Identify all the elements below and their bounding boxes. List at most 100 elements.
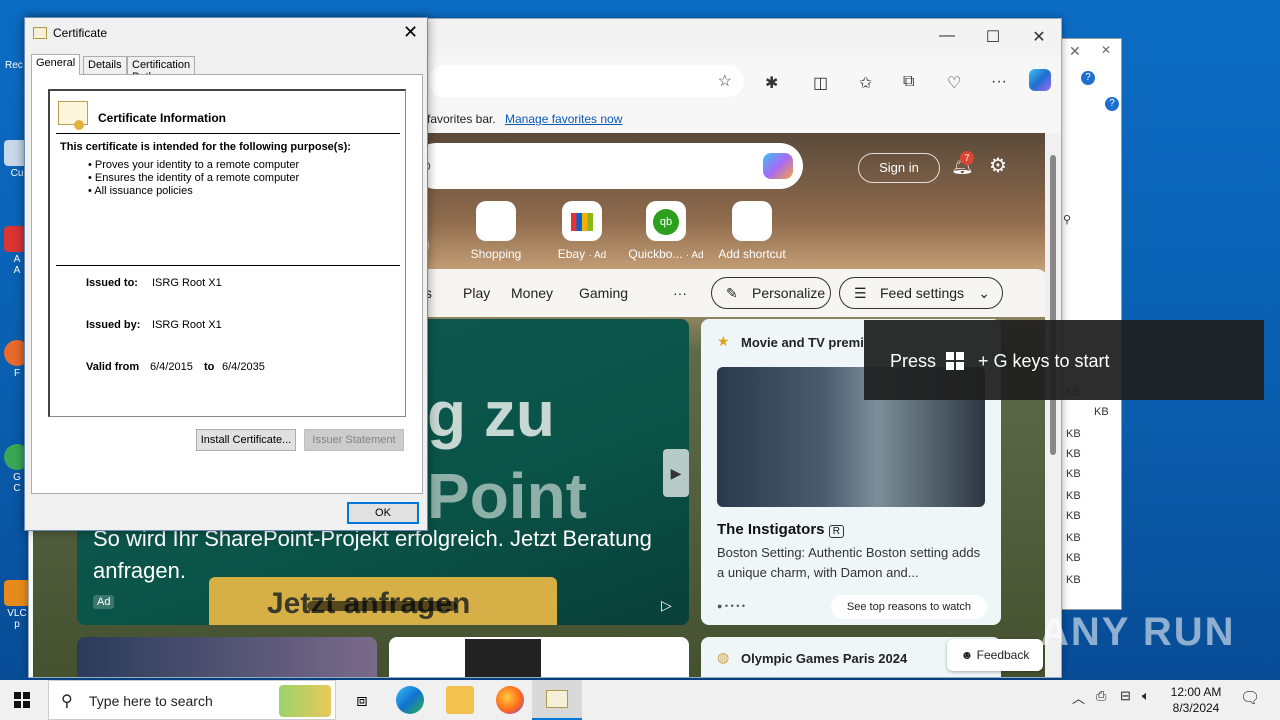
movie-title: The Instigators R xyxy=(717,521,844,538)
nav-item-gaming[interactable]: Gaming xyxy=(579,285,628,301)
tab-certification-path[interactable]: Certification Path xyxy=(127,56,196,83)
news-card[interactable] xyxy=(77,637,377,677)
search-icon[interactable]: ⚲ xyxy=(1063,213,1071,226)
notification-badge: 7 xyxy=(960,151,974,165)
shortcut-quickbooks[interactable]: qb Quickbo... · Ad xyxy=(621,201,711,261)
taskbar: ⚲ Type here to search ⧈ ︿ ⎙ ⊟ 🔈︎ 12:00 A… xyxy=(0,680,1280,720)
tray-device-icon[interactable]: ⎙ xyxy=(1096,688,1106,704)
taskbar-active-app[interactable] xyxy=(532,680,582,720)
general-tab-panel: Certificate Information This certificate… xyxy=(31,74,423,494)
browser-essentials-icon[interactable]: ♡ xyxy=(947,73,961,93)
close-button[interactable]: ✕ xyxy=(403,22,418,43)
feed-settings-button[interactable]: ☰ Feed settings ⌄ xyxy=(839,277,1003,309)
certificate-icon xyxy=(58,101,88,130)
pencil-icon: ✎ xyxy=(726,285,738,301)
movie-description: Boston Setting: Authentic Boston setting… xyxy=(717,545,981,580)
ad-badge: Ad xyxy=(93,595,115,609)
issued-by-label: Issued by: xyxy=(86,319,141,331)
windows-logo-icon xyxy=(946,352,964,370)
valid-from-label: Valid from xyxy=(86,361,140,373)
volume-icon[interactable]: 🔈︎ xyxy=(1142,688,1150,704)
carousel-dots[interactable]: ● • • • • xyxy=(717,601,745,611)
copilot-icon[interactable] xyxy=(1029,69,1051,91)
news-card[interactable] xyxy=(389,637,689,677)
file-explorer-icon[interactable] xyxy=(446,686,474,714)
help-icon[interactable]: ? xyxy=(1081,71,1095,85)
sign-in-button[interactable]: Sign in xyxy=(858,153,940,183)
maximize-button[interactable]: ☐ xyxy=(983,27,1003,47)
purpose-item: • All issuance policies xyxy=(88,185,193,197)
shortcut-ebay[interactable]: Ebay · Ad xyxy=(537,201,627,261)
minimize-button[interactable]: — xyxy=(937,27,957,45)
certificate-dialog[interactable]: Certificate ✕ General Details Certificat… xyxy=(24,17,428,531)
hero-headline: So wird Ihr SharePoint-Projekt erfolgrei… xyxy=(93,526,652,583)
shortcut-shopping[interactable]: 🏷︎ Shopping xyxy=(451,201,541,261)
taskbar-clock[interactable]: 12:00 AM 8/3/2024 xyxy=(1168,684,1224,716)
size-label: KB xyxy=(1066,574,1081,586)
taskbar-search-box[interactable]: ⚲ Type here to search xyxy=(48,680,336,720)
rating-badge: R xyxy=(828,525,844,538)
add-shortcut-button[interactable]: + Add shortcut xyxy=(707,201,797,261)
size-label: KB xyxy=(1094,406,1109,418)
web-search-box[interactable]: b xyxy=(413,143,803,189)
hero-big-text: g zu xyxy=(427,378,555,450)
adchoices-icon[interactable]: ▷ xyxy=(661,597,672,614)
carousel-next-button[interactable]: ▶ xyxy=(663,449,689,497)
nav-more-icon[interactable]: ··· xyxy=(673,285,687,301)
olympics-icon: ◍ xyxy=(717,649,730,665)
close-icon[interactable]: ✕ xyxy=(1069,43,1081,60)
edge-app-icon[interactable] xyxy=(396,686,424,714)
feedback-button[interactable]: ☻ Feedback xyxy=(947,639,1043,671)
tab-details[interactable]: Details xyxy=(83,56,127,74)
close-icon[interactable]: ✕ xyxy=(1101,43,1111,57)
valid-from-value: 6/4/2015 xyxy=(150,361,193,373)
network-icon[interactable]: ⊟ xyxy=(1120,688,1131,704)
nav-item-money[interactable]: Money xyxy=(511,285,553,301)
info-heading: Certificate Information xyxy=(98,111,227,125)
nav-item-play[interactable]: Play xyxy=(463,285,490,301)
tray-chevron-up-icon[interactable]: ︿ xyxy=(1072,688,1085,707)
purpose-item: • Proves your identity to a remote compu… xyxy=(88,159,300,171)
size-label: KB xyxy=(1066,510,1081,522)
favorites-icon[interactable]: ✩ xyxy=(859,73,872,93)
more-menu-icon[interactable]: ··· xyxy=(991,73,1007,91)
extensions-icon[interactable]: ✱ xyxy=(765,73,778,93)
olympics-title: Olympic Games Paris 2024 xyxy=(741,651,908,666)
star-icon[interactable]: ☆ xyxy=(718,71,732,91)
manage-favorites-link[interactable]: Manage favorites now xyxy=(505,112,622,126)
game-bar-toast: Press + G keys to start xyxy=(864,320,1264,400)
issued-by-value: ISRG Root X1 xyxy=(152,319,222,331)
favbar-text: favorites bar. xyxy=(427,112,496,126)
copilot-icon[interactable] xyxy=(763,153,793,179)
feedback-icon: ☻ xyxy=(960,648,974,662)
dialog-title: Certificate xyxy=(53,26,108,40)
collections-icon[interactable]: ⧉ xyxy=(903,73,914,91)
firefox-icon[interactable] xyxy=(496,686,524,714)
address-bar[interactable]: ☆ xyxy=(429,65,744,97)
ok-button[interactable]: OK xyxy=(347,502,419,524)
tag-icon: 🏷︎ xyxy=(476,201,516,241)
issuer-statement-button[interactable]: Issuer Statement xyxy=(304,429,404,451)
page-scrollbar[interactable] xyxy=(1045,133,1061,677)
size-label: KB xyxy=(1066,490,1081,502)
certificate-icon xyxy=(33,27,47,39)
personalize-button[interactable]: ✎ Personalize xyxy=(711,277,831,309)
tab-general[interactable]: General xyxy=(31,54,81,75)
help-icon[interactable]: ? xyxy=(1105,97,1119,111)
size-label: KB xyxy=(1066,448,1081,460)
desktop-label: Rec xyxy=(5,60,23,71)
search-icon: ⚲ xyxy=(61,693,73,710)
desktop-shortcut[interactable]: VLC p xyxy=(4,580,30,630)
carousel-dots[interactable] xyxy=(307,601,457,611)
size-label: KB xyxy=(1066,552,1081,564)
divider xyxy=(56,133,400,134)
install-certificate-button[interactable]: Install Certificate... xyxy=(196,429,296,451)
windows-start-icon[interactable] xyxy=(14,692,30,708)
close-button[interactable]: ✕ xyxy=(1029,27,1049,47)
split-screen-icon[interactable]: ◫ xyxy=(813,73,828,93)
task-view-icon[interactable]: ⧈ xyxy=(348,686,376,714)
valid-to-label: to xyxy=(204,361,215,373)
settings-gear-icon[interactable]: ⚙ xyxy=(989,153,1007,178)
see-reasons-button[interactable]: See top reasons to watch xyxy=(831,595,987,619)
notification-center-icon[interactable]: 🗨︎ xyxy=(1240,688,1260,708)
